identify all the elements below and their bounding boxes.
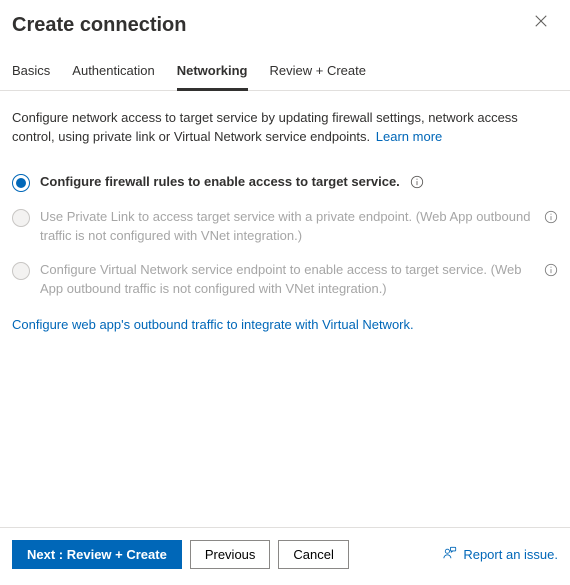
tab-review-create[interactable]: Review + Create	[270, 63, 366, 91]
tab-basics[interactable]: Basics	[12, 63, 50, 91]
tab-bar: Basics Authentication Networking Review …	[0, 37, 570, 91]
person-feedback-icon	[443, 546, 457, 563]
configure-outbound-link[interactable]: Configure web app's outbound traffic to …	[12, 317, 414, 332]
cancel-button[interactable]: Cancel	[278, 540, 348, 569]
info-icon[interactable]	[544, 263, 558, 277]
close-icon[interactable]	[534, 14, 552, 32]
option-private-link-label: Use Private Link to access target servic…	[40, 208, 534, 246]
info-icon[interactable]	[544, 210, 558, 224]
radio-vnet-endpoint	[12, 262, 30, 280]
next-button[interactable]: Next : Review + Create	[12, 540, 182, 569]
panel-header: Create connection	[0, 0, 570, 37]
info-icon[interactable]	[410, 175, 424, 189]
report-issue-label: Report an issue.	[463, 547, 558, 562]
panel-footer: Next : Review + Create Previous Cancel R…	[0, 527, 570, 585]
tab-body: Configure network access to target servi…	[0, 91, 570, 527]
radio-private-link	[12, 209, 30, 227]
radio-firewall[interactable]	[12, 174, 30, 192]
option-vnet-endpoint: Configure Virtual Network service endpoi…	[12, 261, 558, 299]
create-connection-panel: Create connection Basics Authentication …	[0, 0, 570, 585]
learn-more-link[interactable]: Learn more	[376, 129, 442, 144]
option-firewall-label: Configure firewall rules to enable acces…	[40, 173, 400, 192]
option-private-link: Use Private Link to access target servic…	[12, 208, 558, 246]
option-firewall[interactable]: Configure firewall rules to enable acces…	[12, 173, 558, 192]
networking-options: Configure firewall rules to enable acces…	[12, 173, 558, 299]
tab-authentication[interactable]: Authentication	[72, 63, 154, 91]
tab-networking[interactable]: Networking	[177, 63, 248, 91]
panel-title: Create connection	[12, 14, 186, 37]
option-vnet-endpoint-label: Configure Virtual Network service endpoi…	[40, 261, 534, 299]
previous-button[interactable]: Previous	[190, 540, 271, 569]
report-issue-link[interactable]: Report an issue.	[443, 546, 558, 563]
